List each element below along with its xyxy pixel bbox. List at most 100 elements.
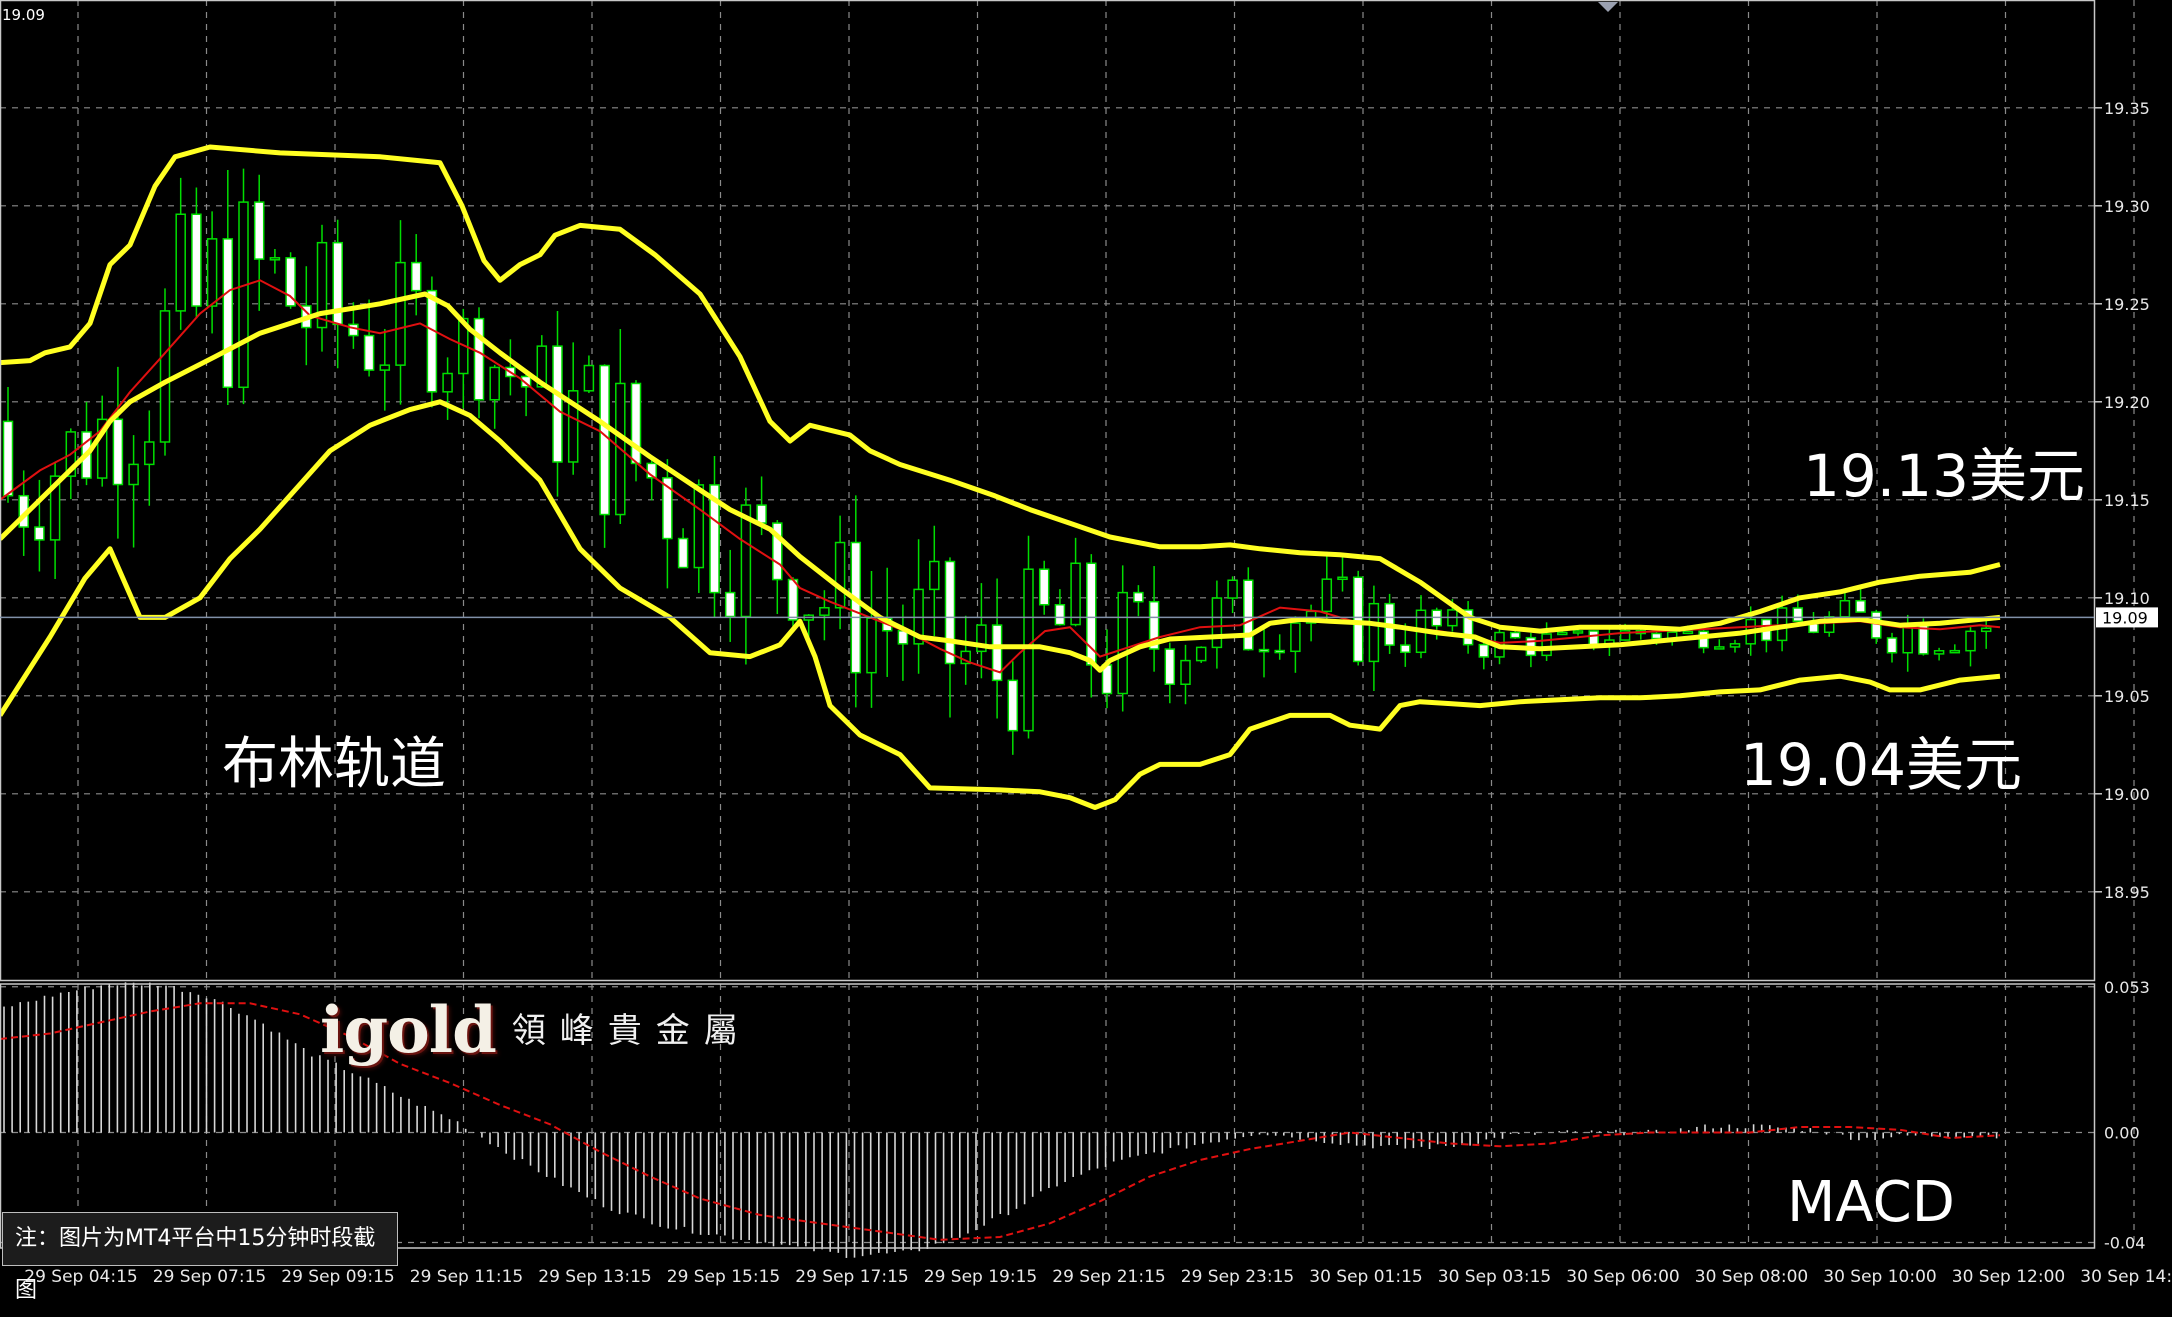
time-tick-label: 29 Sep 21:15 [1052,1267,1165,1287]
candle-body [1980,627,1992,633]
candle-body [1070,562,1081,626]
candle-body [1886,637,1898,654]
time-tick-label: 30 Sep 08:00 [1695,1267,1808,1287]
candle-body [1164,648,1176,686]
candle-body [442,372,453,393]
candle-body [1243,579,1254,651]
price-tick-label: 19.00 [2104,785,2150,804]
screenshot-note: 注：图片为MT4平台中15分钟时段截图 [2,1212,398,1303]
price-tick-label: 19.30 [2104,197,2150,216]
candle-body [1902,624,1913,654]
candle-body [426,289,438,393]
time-tick-label: 29 Sep 09:15 [281,1267,394,1287]
top-left-price: 19.09 [2,6,45,24]
candle-body [1227,579,1238,599]
candle-body [1038,568,1050,606]
candle-body [1792,607,1804,622]
candle-body [1588,630,1599,647]
upper-price-annotation: 19.13美元 [1803,442,2086,510]
chart-canvas: 19.35 19.30 19.25 19.20 19.15 19.10 19.05 19.00… [0,0,2172,1310]
candle-body [1949,649,1961,654]
candle-body [1211,597,1223,649]
macd-label: MACD [1787,1170,1955,1235]
candle-body [850,541,862,674]
candle-body [1195,646,1207,662]
candle-body [269,257,281,261]
time-tick-label: 29 Sep 19:15 [924,1267,1037,1287]
candle-body [1855,599,1866,613]
candle-body [159,310,171,443]
candle-body [1541,633,1552,657]
candle-body [1023,568,1034,732]
candle-body [1933,650,1945,655]
candle-body [238,201,249,389]
candle-body [724,591,736,618]
candle-body [489,366,500,401]
time-tick-label: 30 Sep 10:00 [1823,1267,1936,1287]
brand-chinese-name: 領峰貴金屬 [511,1011,752,1051]
price-tick-label: 19.10 [2104,589,2150,608]
candle-body [1290,622,1301,653]
candle-body [819,607,830,616]
time-tick-label: 29 Sep 13:15 [538,1267,651,1287]
price-tick-label: 19.35 [2104,99,2150,118]
candle-body [583,364,595,392]
candle-body [866,617,877,674]
bollinger-label: 布林轨道 [222,732,446,797]
candle-body [1368,602,1380,663]
candle-body [787,578,799,621]
time-tick-label: 29 Sep 15:15 [667,1267,780,1287]
candle-body [253,201,265,260]
candle-body [175,213,186,312]
candle-body [2,420,14,497]
price-tick-label: 19.20 [2104,393,2150,412]
candle-body [1478,643,1490,658]
candle-body [1509,631,1521,639]
time-tick-label: 30 Sep 06:00 [1566,1267,1679,1287]
candle-body [1321,578,1333,613]
brand-logo: igold 領峰貴金屬 [320,993,752,1073]
candle-body [1352,576,1364,663]
price-tick-label: 19.15 [2104,491,2150,510]
candle-body [1572,630,1584,634]
price-tick-label: 19.05 [2104,687,2150,706]
candle-body [1682,630,1694,635]
candle-body [1839,599,1851,618]
candle-body [740,504,752,618]
time-tick-label: 29 Sep 11:15 [410,1267,523,1287]
candle-body [552,345,563,463]
candle-body [1258,648,1270,653]
candle-body [379,364,391,371]
time-tick-label: 30 Sep 01:15 [1309,1267,1422,1287]
candle-body [34,526,45,541]
candle-body [395,261,406,366]
time-tick-label: 29 Sep 07:15 [153,1267,266,1287]
candle-body [1918,624,1929,655]
current-price-label: 19.09 [2102,608,2148,627]
candle-body [1054,603,1066,626]
time-tick-label: 29 Sep 23:15 [1181,1267,1294,1287]
candle-body [1651,632,1662,640]
time-tick-label: 29 Sep 17:15 [795,1267,908,1287]
candle-body [756,504,767,524]
candle-body [1965,630,1976,652]
candle-body [599,364,610,516]
time-tick-label: 30 Sep 14:00 [2080,1267,2172,1287]
macd-tick-label: 0.053 [2104,978,2150,997]
candle-body [929,560,940,591]
candle-body [112,418,124,486]
candle-body [222,238,234,389]
candle-body [1133,591,1144,603]
candle-body [1274,649,1285,654]
price-tick-label: 18.95 [2104,883,2150,902]
candle-body [1557,631,1568,636]
brand-name: igold [320,993,497,1068]
candle-body [1086,562,1097,666]
candle-body [944,560,956,665]
macd-tick-label: -0.04 [2104,1234,2145,1253]
candle-body [1117,591,1128,695]
candle-body [1714,646,1725,650]
macd-tick-label: 0.00 [2104,1124,2140,1143]
candle-body [410,261,422,292]
candle-body [1729,643,1741,648]
